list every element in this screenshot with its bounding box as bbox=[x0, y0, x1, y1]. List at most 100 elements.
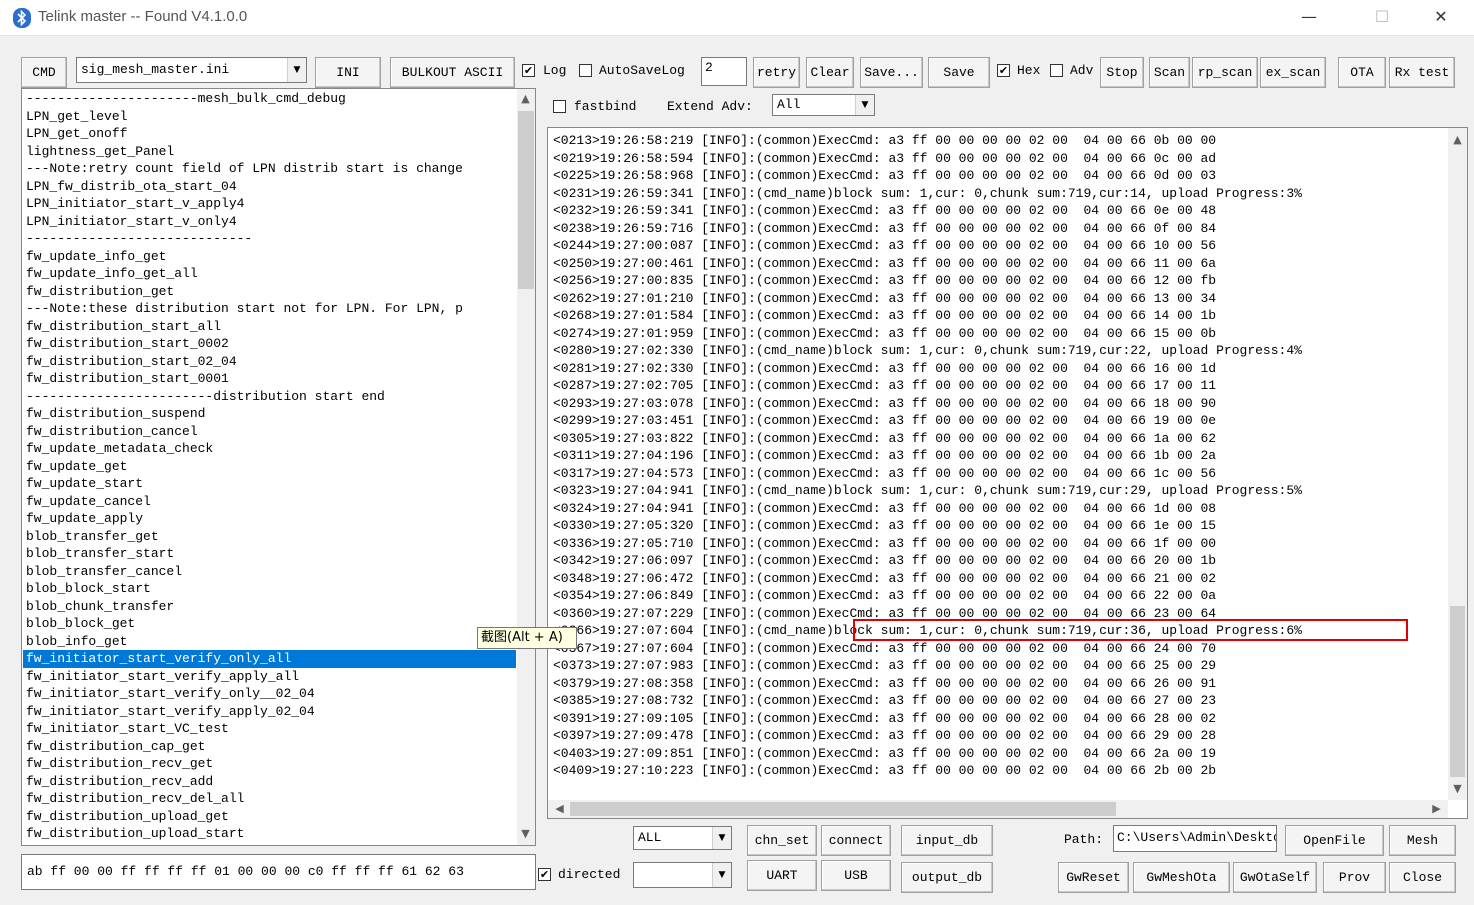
command-list-item[interactable]: LPN_get_onoff bbox=[23, 125, 516, 143]
command-list-item[interactable]: fw_initiator_start_verify_apply_02_04 bbox=[23, 703, 516, 721]
log-horizontal-scrollbar[interactable]: ◀ ▶ bbox=[548, 800, 1448, 818]
scroll-down-icon[interactable]: ▼ bbox=[1449, 782, 1466, 795]
command-list-item[interactable]: blob_info_get bbox=[23, 633, 516, 651]
command-list-item[interactable]: ----------------------mesh_bulk_cmd_debu… bbox=[23, 90, 516, 108]
uart-button[interactable]: UART bbox=[747, 860, 817, 891]
command-list-item[interactable]: fw_initiator_start_VC_test bbox=[23, 720, 516, 738]
mode-select[interactable]: ALL ▼ bbox=[633, 826, 732, 850]
minimize-button[interactable]: — bbox=[1280, 0, 1338, 36]
command-list-item[interactable]: LPN_initiator_start_v_apply4 bbox=[23, 195, 516, 213]
save-as-button[interactable]: Save... bbox=[860, 57, 923, 88]
scroll-down-icon[interactable]: ▼ bbox=[517, 827, 534, 840]
connect-button[interactable]: connect bbox=[821, 825, 891, 856]
rx-test-button[interactable]: Rx test bbox=[1389, 57, 1455, 88]
prov-button[interactable]: Prov bbox=[1323, 862, 1386, 893]
command-list-item[interactable]: fw_distribution_start_0002 bbox=[23, 335, 516, 353]
scroll-thumb[interactable] bbox=[1450, 606, 1465, 777]
command-list-item[interactable]: fw_distribution_cancel bbox=[23, 423, 516, 441]
retry-count-input[interactable]: 2 bbox=[701, 57, 747, 86]
gw-reset-button[interactable]: GwReset bbox=[1058, 862, 1129, 893]
fastbind-checkbox[interactable] bbox=[553, 100, 566, 113]
command-list-item[interactable]: fw_initiator_start_verify_only__02_04 bbox=[23, 685, 516, 703]
command-list-item[interactable]: ---Note:retry count field of LPN distrib… bbox=[23, 160, 516, 178]
output-db-button[interactable]: output_db bbox=[901, 862, 993, 893]
command-list-item[interactable]: LPN_fw_distrib_ota_start_04 bbox=[23, 178, 516, 196]
directed-select[interactable]: ▼ bbox=[633, 862, 732, 888]
log-checkbox[interactable]: ✔ bbox=[522, 64, 535, 77]
hex-checkbox[interactable]: ✔ bbox=[997, 64, 1010, 77]
close-button[interactable]: Close bbox=[1389, 862, 1456, 893]
open-file-button[interactable]: OpenFile bbox=[1285, 825, 1384, 856]
gw-mesh-ota-button[interactable]: GwMeshOta bbox=[1133, 862, 1230, 893]
command-list-scrollbar[interactable]: ▲ ▼ bbox=[517, 89, 535, 845]
clear-button[interactable]: Clear bbox=[806, 57, 854, 88]
scroll-right-icon[interactable]: ▶ bbox=[1428, 802, 1445, 815]
chn-set-button[interactable]: chn_set bbox=[747, 825, 817, 856]
chevron-down-icon[interactable]: ▼ bbox=[712, 827, 731, 849]
command-list-item[interactable]: fw_distribution_get bbox=[23, 283, 516, 301]
command-list-item[interactable]: ------------------------distribution sta… bbox=[23, 388, 516, 406]
close-window-button[interactable]: ✕ bbox=[1412, 0, 1470, 36]
scroll-up-icon[interactable]: ▲ bbox=[1449, 133, 1466, 146]
command-list-item[interactable]: fw_distribution_recv_get bbox=[23, 755, 516, 773]
command-list-item[interactable]: fw_distribution_start_all bbox=[23, 318, 516, 336]
command-list-item[interactable]: ---Note:these distribution start not for… bbox=[23, 300, 516, 318]
adv-checkbox[interactable] bbox=[1050, 64, 1063, 77]
command-list-item[interactable]: blob_transfer_get bbox=[23, 528, 516, 546]
command-list-item[interactable]: fw_distribution_suspend bbox=[23, 405, 516, 423]
log-output[interactable]: <0213>19:26:58:219 [INFO]:(common)ExecCm… bbox=[547, 127, 1468, 819]
extend-adv-select[interactable]: All ▼ bbox=[772, 94, 875, 116]
command-list[interactable]: ----------------------mesh_bulk_cmd_debu… bbox=[21, 88, 536, 846]
cmd-button[interactable]: CMD bbox=[21, 57, 67, 88]
command-list-item[interactable]: fw_initiator_start_verify_only_all bbox=[23, 650, 516, 668]
path-input[interactable]: C:\Users\Admin\Desktop bbox=[1113, 825, 1277, 852]
directed-checkbox[interactable]: ✔ bbox=[538, 868, 551, 881]
command-list-item[interactable]: LPN_initiator_start_v_only4 bbox=[23, 213, 516, 231]
command-list-item[interactable]: fw_distribution_upload_start bbox=[23, 825, 516, 843]
gw-ota-self-button[interactable]: GwOtaSelf bbox=[1233, 862, 1317, 893]
scan-button[interactable]: Scan bbox=[1149, 57, 1190, 88]
command-list-item[interactable]: fw_update_cancel bbox=[23, 493, 516, 511]
save-button[interactable]: Save bbox=[928, 57, 990, 88]
scroll-thumb[interactable] bbox=[518, 111, 534, 289]
retry-button[interactable]: retry bbox=[753, 57, 800, 88]
stop-button[interactable]: Stop bbox=[1100, 57, 1144, 88]
command-list-item[interactable]: fw_update_metadata_check bbox=[23, 440, 516, 458]
bulkout-ascii-button[interactable]: BULKOUT ASCII bbox=[390, 57, 515, 88]
chevron-down-icon[interactable]: ▼ bbox=[855, 95, 874, 115]
input-db-button[interactable]: input_db bbox=[901, 825, 993, 856]
command-list-item[interactable]: fw_distribution_cap_get bbox=[23, 738, 516, 756]
rp-scan-button[interactable]: rp_scan bbox=[1192, 57, 1258, 88]
command-list-item[interactable]: fw_distribution_recv_add bbox=[23, 773, 516, 791]
command-list-item[interactable]: blob_block_start bbox=[23, 580, 516, 598]
command-list-item[interactable]: fw_update_apply bbox=[23, 510, 516, 528]
command-list-item[interactable]: lightness_get_Panel bbox=[23, 143, 516, 161]
command-list-item[interactable]: fw_update_get bbox=[23, 458, 516, 476]
scroll-up-icon[interactable]: ▲ bbox=[517, 92, 534, 105]
command-list-item[interactable]: fw_distribution_start_0001 bbox=[23, 370, 516, 388]
command-list-item[interactable]: LPN_get_level bbox=[23, 108, 516, 126]
ini-button[interactable]: INI bbox=[315, 57, 381, 88]
autosave-log-checkbox[interactable] bbox=[579, 64, 592, 77]
command-list-item[interactable]: fw_update_info_get_all bbox=[23, 265, 516, 283]
usb-button[interactable]: USB bbox=[821, 860, 891, 891]
ota-button[interactable]: OTA bbox=[1338, 57, 1386, 88]
command-list-item[interactable]: fw_initiator_start_verify_apply_all bbox=[23, 668, 516, 686]
command-list-item[interactable]: fw_distribution_recv_del_all bbox=[23, 790, 516, 808]
mesh-button[interactable]: Mesh bbox=[1389, 825, 1456, 856]
command-list-item[interactable]: blob_block_get bbox=[23, 615, 516, 633]
command-list-item[interactable]: ----------------------------- bbox=[23, 230, 516, 248]
chevron-down-icon[interactable]: ▼ bbox=[712, 863, 731, 887]
command-list-item[interactable]: blob_chunk_transfer bbox=[23, 598, 516, 616]
command-list-item[interactable]: blob_transfer_start bbox=[23, 545, 516, 563]
scroll-left-icon[interactable]: ◀ bbox=[551, 802, 568, 815]
log-vertical-scrollbar[interactable]: ▲ ▼ bbox=[1448, 128, 1467, 800]
maximize-button[interactable]: ☐ bbox=[1353, 0, 1411, 36]
command-list-item[interactable]: fw_distribution_upload_get bbox=[23, 808, 516, 826]
command-list-item[interactable]: fw_distribution_start_02_04 bbox=[23, 353, 516, 371]
scroll-thumb[interactable] bbox=[570, 802, 1116, 816]
command-list-item[interactable]: fw_update_info_get bbox=[23, 248, 516, 266]
raw-command-input[interactable]: ab ff 00 00 ff ff ff ff 01 00 00 00 c0 f… bbox=[21, 854, 536, 890]
ex-scan-button[interactable]: ex_scan bbox=[1260, 57, 1326, 88]
ini-file-select[interactable]: sig_mesh_master.ini ▼ bbox=[76, 57, 307, 83]
